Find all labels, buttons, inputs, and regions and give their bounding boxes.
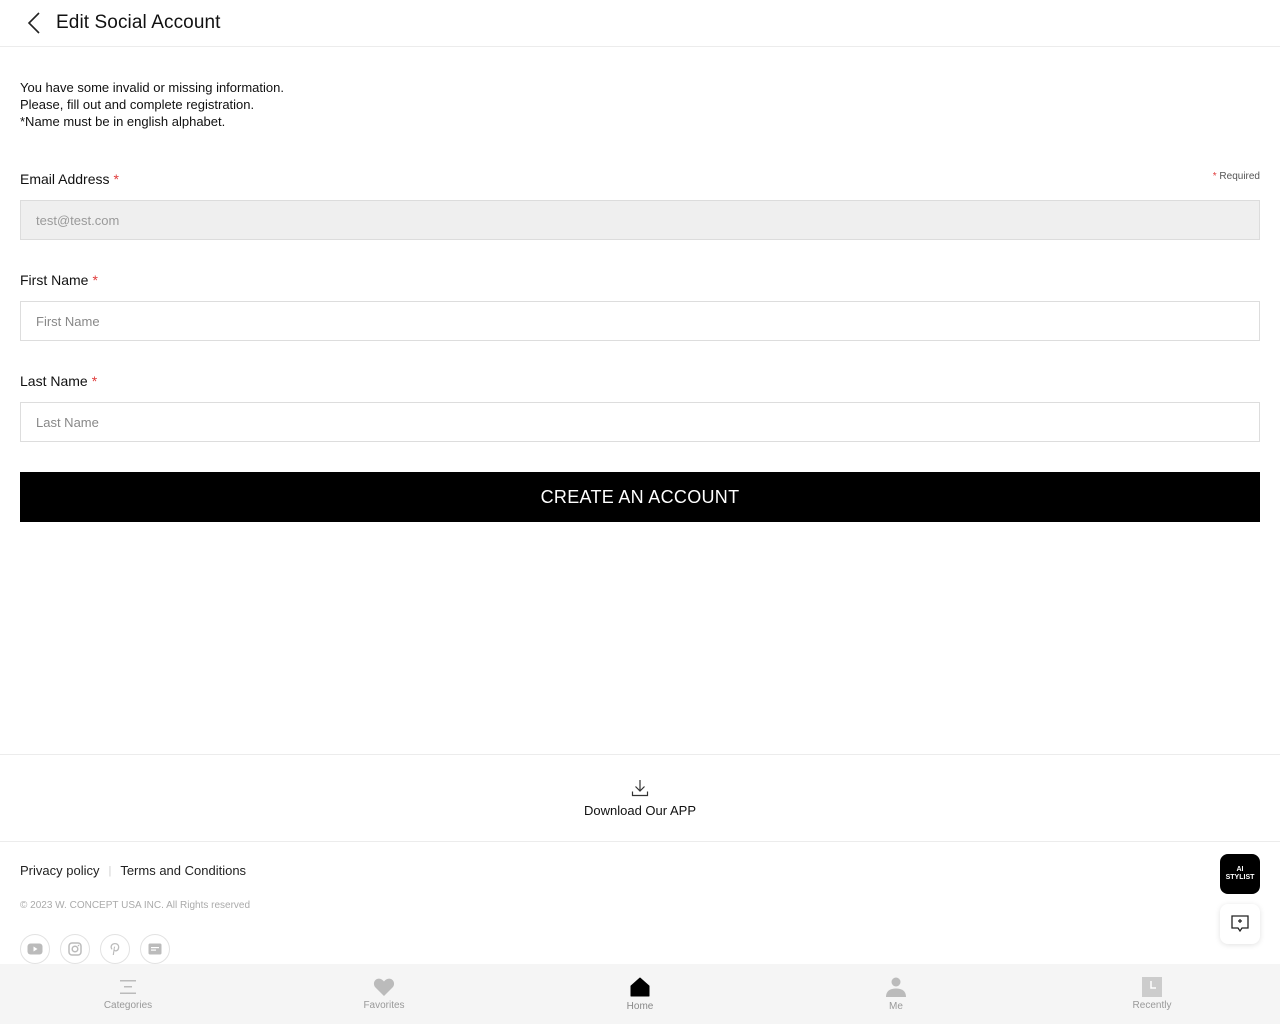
required-star: *	[113, 171, 119, 187]
copyright: © 2023 W. CONCEPT USA INC. All Rights re…	[20, 900, 251, 911]
footer-links: Privacy policy | Terms and Conditions	[20, 863, 246, 878]
notice-text: You have some invalid or missing informa…	[20, 79, 284, 130]
nav-label: Favorites	[363, 1000, 405, 1011]
footer-separator: |	[108, 864, 112, 877]
nav-label: Home	[626, 1001, 654, 1012]
first-name-input[interactable]	[20, 301, 1260, 341]
required-star: *	[1212, 171, 1217, 182]
chat-button[interactable]	[1220, 904, 1260, 944]
pinterest-link[interactable]	[100, 934, 130, 964]
clock-icon	[1142, 977, 1162, 997]
last-name-input[interactable]	[20, 402, 1260, 442]
nav-item-me[interactable]: Me	[768, 964, 1024, 1024]
nav-item-home[interactable]: Home	[512, 964, 768, 1024]
instagram-icon	[68, 942, 82, 956]
user-icon	[886, 977, 906, 997]
first-name-label-text: First Name	[20, 272, 89, 288]
privacy-policy-link[interactable]: Privacy policy	[20, 863, 99, 878]
blog-link[interactable]	[140, 934, 170, 964]
menu-icon	[120, 980, 136, 994]
first-name-label: First Name *	[20, 272, 98, 288]
page-title: Edit Social Account	[56, 12, 221, 33]
chat-icon	[1231, 915, 1249, 933]
required-note: * Required	[1213, 171, 1260, 182]
nav-item-favorites[interactable]: Favorites	[256, 964, 512, 1024]
blog-icon	[148, 943, 162, 955]
youtube-link[interactable]	[20, 934, 50, 964]
ai-stylist-line1: AI	[1236, 866, 1244, 873]
required-star: *	[91, 373, 98, 389]
last-name-label-text: Last Name	[20, 373, 88, 389]
email-label-text: Email Address	[20, 171, 110, 187]
create-account-button[interactable]: CREATE AN ACCOUNT	[20, 472, 1260, 522]
nav-label: Categories	[103, 1000, 153, 1011]
nav-label: Recently	[1132, 1000, 1172, 1011]
notice-line: *Name must be in english alphabet.	[20, 114, 226, 129]
download-app-label: Download Our APP	[583, 802, 696, 818]
instagram-link[interactable]	[60, 934, 90, 964]
ai-stylist-button[interactable]: AI STYLIST	[1220, 854, 1260, 894]
last-name-label: Last Name *	[20, 373, 97, 389]
required-note-label: Required	[1219, 171, 1260, 182]
chevron-left-icon	[27, 12, 40, 34]
home-icon	[630, 977, 650, 997]
required-star: *	[92, 272, 98, 288]
notice-line: You have some invalid or missing informa…	[20, 80, 284, 95]
youtube-icon	[27, 943, 43, 955]
email-field[interactable]	[20, 200, 1260, 240]
pinterest-icon	[110, 943, 120, 955]
nav-label: Me	[889, 1001, 903, 1012]
download-icon	[631, 779, 649, 796]
heart-icon	[373, 978, 395, 996]
bottom-nav: Categories Favorites Home Me Recently	[0, 964, 1280, 1024]
header: Edit Social Account	[0, 0, 1280, 47]
ai-stylist-line2: STYLIST	[1225, 874, 1255, 881]
back-button[interactable]	[14, 3, 54, 43]
terms-link[interactable]: Terms and Conditions	[120, 863, 246, 878]
nav-item-categories[interactable]: Categories	[0, 964, 256, 1024]
notice-line: Please, fill out and complete registrati…	[20, 97, 255, 112]
social-links	[20, 934, 170, 964]
email-label: Email Address *	[20, 171, 119, 187]
nav-item-recently[interactable]: Recently	[1024, 964, 1280, 1024]
download-app-link[interactable]: Download Our APP	[0, 754, 1280, 842]
